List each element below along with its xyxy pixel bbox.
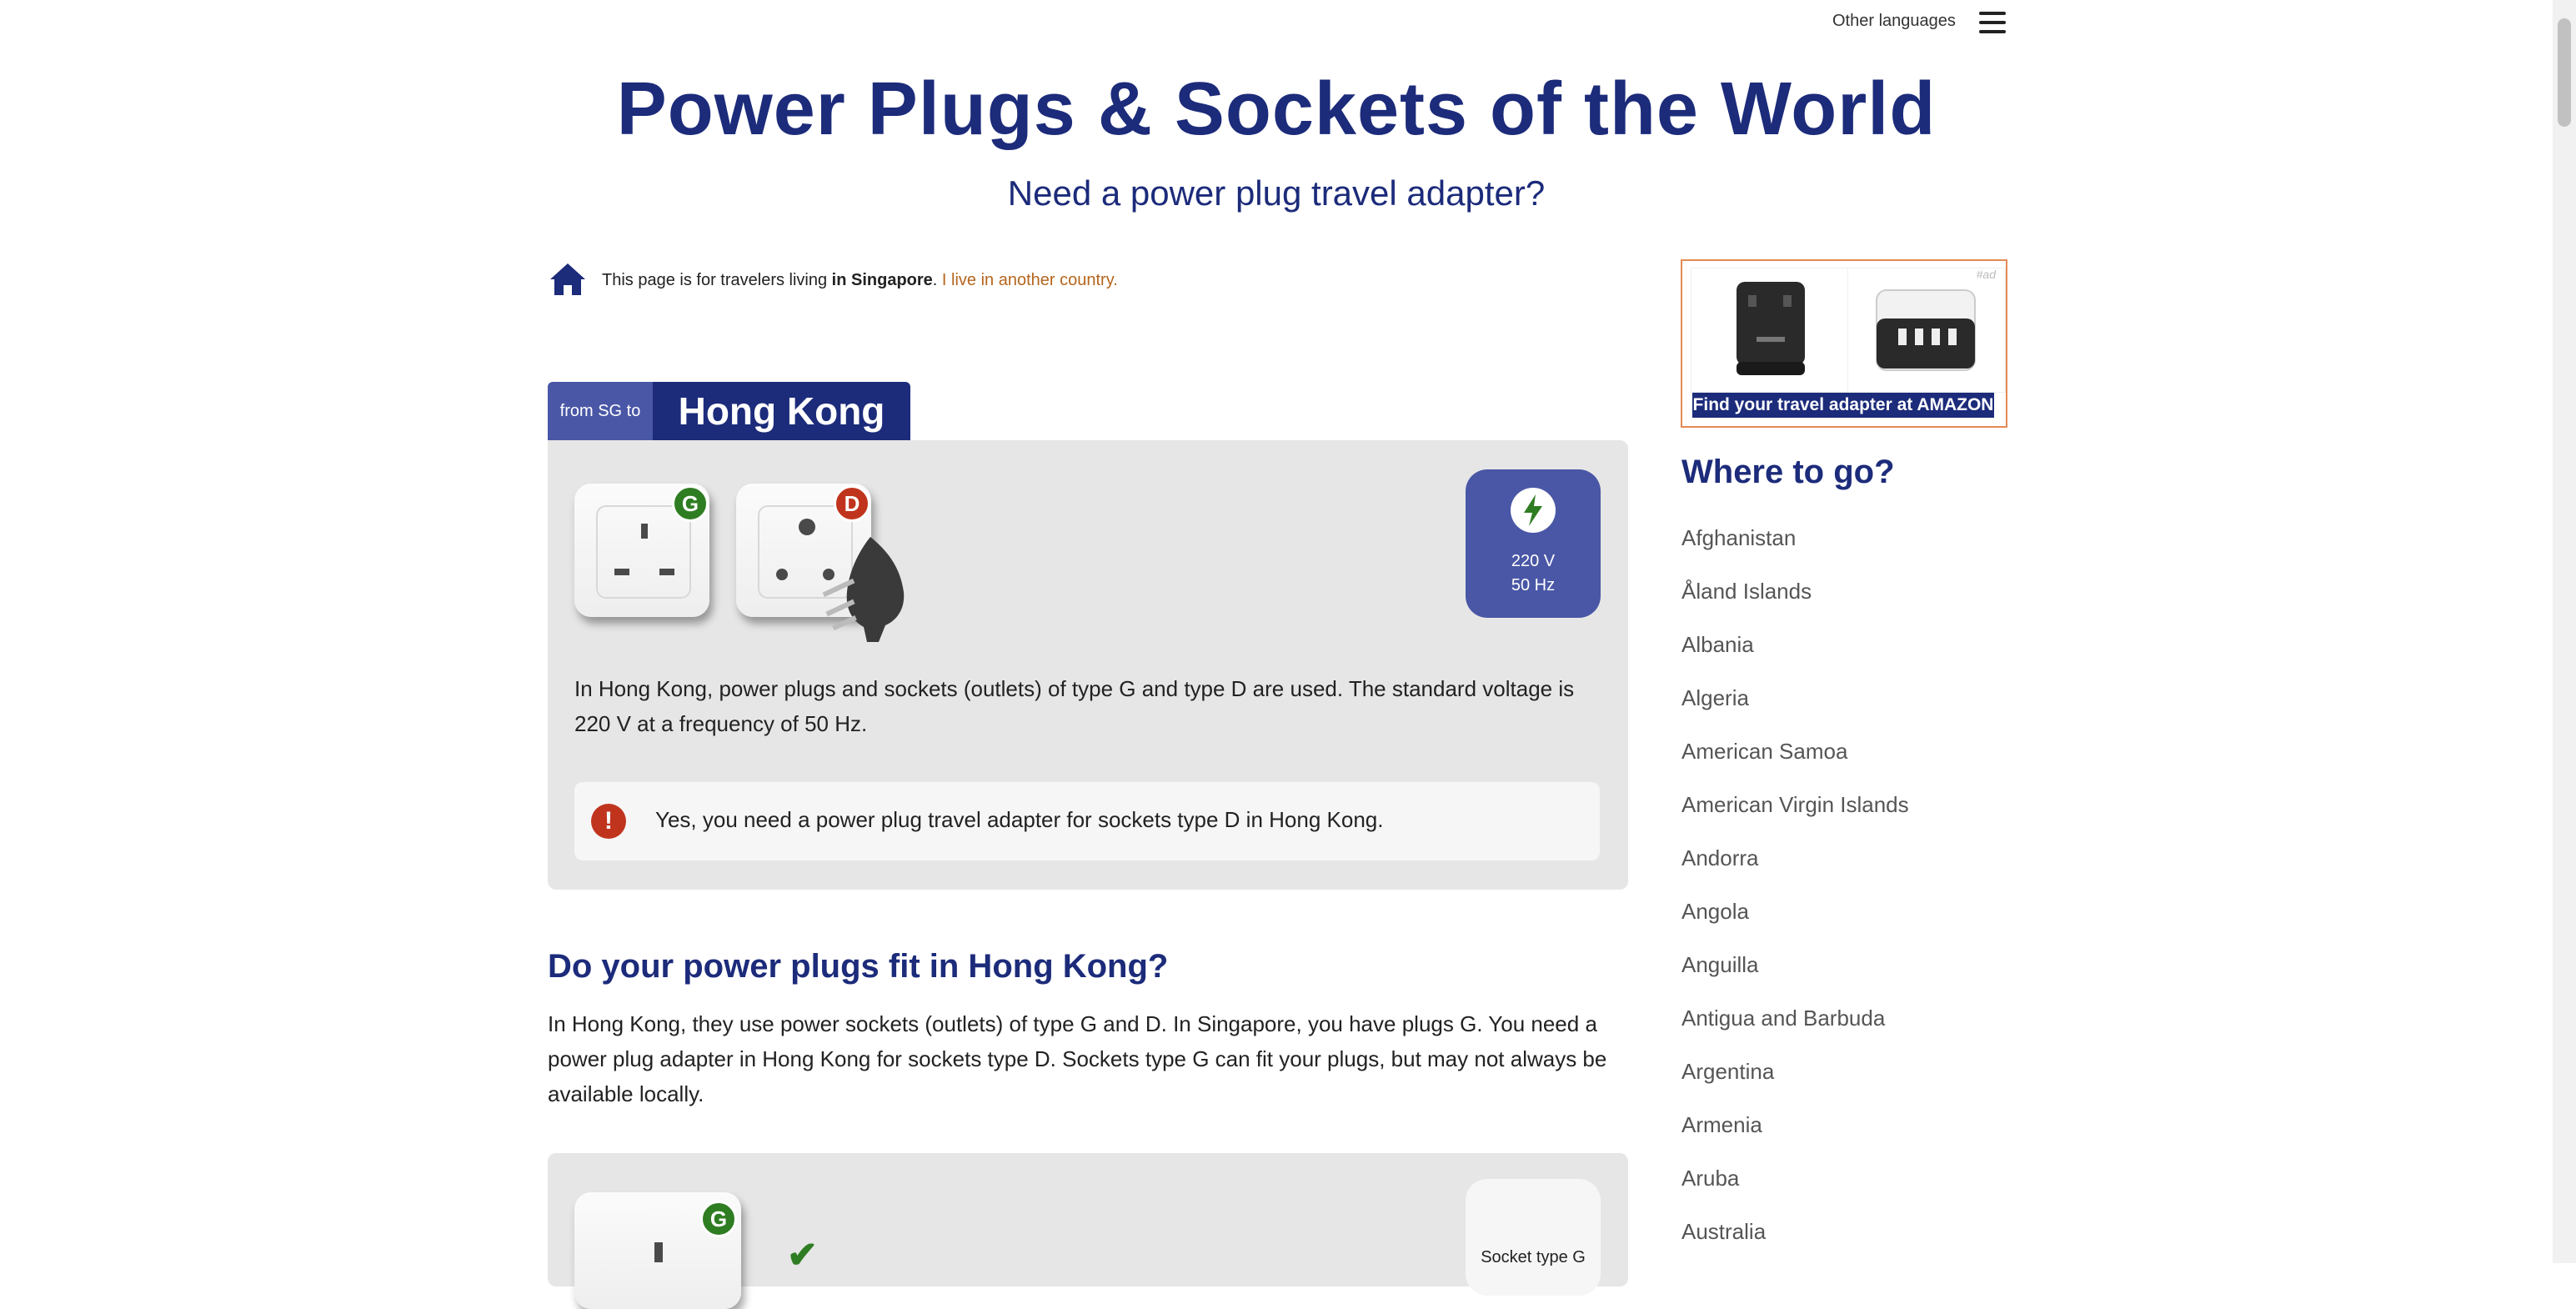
- country-link[interactable]: American Samoa: [1681, 739, 1909, 792]
- page-scrollbar[interactable]: [2553, 0, 2576, 1263]
- section-heading: Do your power plugs fit in Hong Kong?: [548, 948, 1169, 985]
- checkmark-icon: ✔: [787, 1235, 818, 1276]
- adapter-notice: ! Yes, you need a power plug travel adap…: [574, 782, 1600, 860]
- country-link[interactable]: Algeria: [1681, 685, 1909, 739]
- origin-tab: from SG to: [548, 382, 653, 440]
- adapter-notice-text: Yes, you need a power plug travel adapte…: [655, 807, 1384, 832]
- socket-type-badge: D: [834, 485, 870, 522]
- country-link[interactable]: Armenia: [1681, 1112, 1909, 1166]
- country-link[interactable]: Andorra: [1681, 845, 1909, 899]
- traveler-country: in Singapore: [831, 271, 933, 289]
- country-link[interactable]: American Virgin Islands: [1681, 792, 1909, 845]
- hamburger-menu-icon[interactable]: [1979, 12, 2006, 33]
- amazon-ad-button[interactable]: Find your travel adapter at AMAZON: [1692, 393, 1994, 418]
- country-link[interactable]: Åland Islands: [1681, 579, 1909, 632]
- country-link[interactable]: Anguilla: [1681, 952, 1909, 1006]
- voltage-info-box[interactable]: 220 V 50 Hz: [1466, 469, 1601, 618]
- page-title: Power Plugs & Sockets of the World: [616, 68, 1937, 151]
- country-link[interactable]: Afghanistan: [1681, 525, 1909, 579]
- socket-type-badge: G: [672, 485, 709, 522]
- other-languages-link[interactable]: Other languages: [1832, 12, 1956, 31]
- plug-d-icon: [822, 537, 905, 642]
- country-link[interactable]: Australia: [1681, 1219, 1909, 1272]
- page-subtitle[interactable]: Need a power plug travel adapter?: [0, 173, 2553, 213]
- adapter-product-image[interactable]: [1691, 268, 1849, 393]
- scrollbar-thumb[interactable]: [2558, 18, 2571, 127]
- country-link[interactable]: Aruba: [1681, 1166, 1909, 1219]
- voltage-value: 220 V: [1511, 552, 1556, 570]
- sidebar-heading: Where to go?: [1681, 454, 1895, 490]
- frequency-value: 50 Hz: [1511, 576, 1556, 594]
- country-link[interactable]: Angola: [1681, 899, 1909, 952]
- destination-description: In Hong Kong, power plugs and sockets (o…: [574, 676, 1575, 736]
- section-body: In Hong Kong, they use power sockets (ou…: [548, 1011, 1607, 1106]
- amazon-ad-banner[interactable]: #ad Find your travel adapter at AMAZON: [1681, 259, 2007, 428]
- country-list: Afghanistan Åland Islands Albania Algeri…: [1681, 525, 1909, 1272]
- traveler-notice: This page is for travelers living in Sin…: [602, 271, 1118, 290]
- adapter-product-image[interactable]: [1847, 268, 2006, 393]
- exclamation-icon: !: [591, 804, 626, 839]
- country-link[interactable]: Argentina: [1681, 1059, 1909, 1112]
- change-country-link[interactable]: I live in another country.: [942, 271, 1118, 289]
- lightning-bolt-icon: [1511, 488, 1556, 533]
- socket-type-label: Socket type G: [1481, 1248, 1586, 1266]
- destination-country-title: Hong Kong: [653, 382, 910, 440]
- socket-type-badge: G: [700, 1201, 737, 1237]
- home-icon[interactable]: [549, 262, 587, 297]
- ad-tag: #ad: [1976, 268, 1996, 281]
- country-link[interactable]: Albania: [1681, 632, 1909, 685]
- traveler-suffix: .: [932, 271, 942, 289]
- country-link[interactable]: Antigua and Barbuda: [1681, 1006, 1909, 1059]
- socket-label-box: [1466, 1179, 1601, 1296]
- traveler-prefix: This page is for travelers living: [602, 271, 832, 289]
